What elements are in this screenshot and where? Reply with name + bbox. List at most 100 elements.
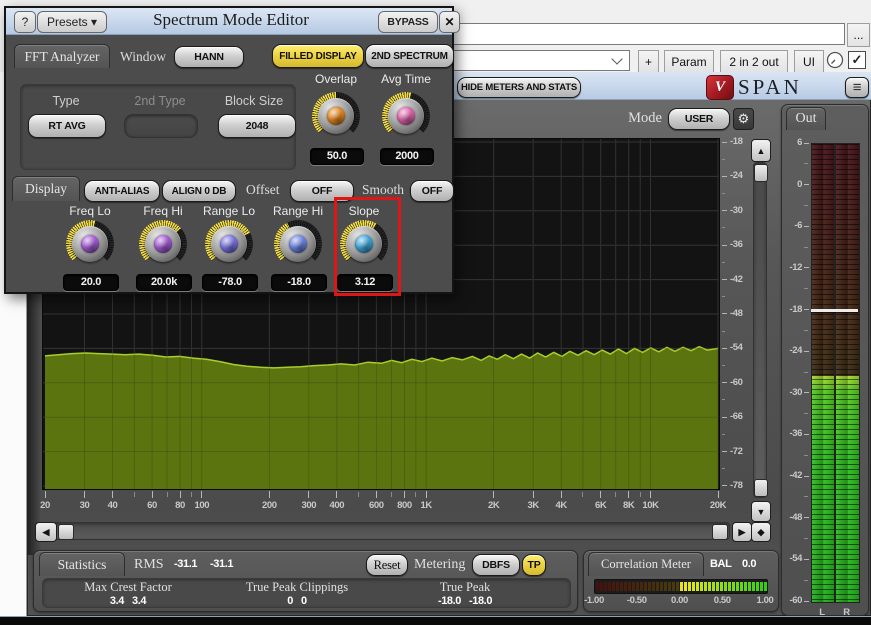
true-peak-toggle[interactable]: TP bbox=[522, 554, 546, 576]
freq-minor-tick bbox=[391, 492, 392, 497]
scroll-right-button[interactable]: ▶ bbox=[732, 522, 752, 542]
enable-checkbox[interactable]: ✓ bbox=[848, 51, 866, 69]
out-scale-tick bbox=[804, 330, 808, 331]
help-button[interactable]: ? bbox=[14, 11, 36, 33]
knob-value-slope[interactable]: 3.12 bbox=[337, 274, 393, 291]
out-scale-tick bbox=[804, 309, 809, 310]
mode-settings-button[interactable]: ⚙ bbox=[733, 108, 754, 130]
knob-color-dot bbox=[154, 235, 172, 253]
freq-tick-label: 3K bbox=[527, 500, 538, 511]
v-scroll-thumb-top[interactable] bbox=[754, 164, 768, 182]
freq-tick-label: 60 bbox=[147, 500, 157, 511]
io-config-button[interactable]: 2 in 2 out bbox=[720, 50, 788, 73]
knob-freq-hi[interactable] bbox=[139, 220, 187, 268]
correlation-segment bbox=[604, 582, 607, 591]
v-scroll-thumb-bottom[interactable] bbox=[754, 479, 768, 497]
presets-button[interactable]: Presets ▾ bbox=[37, 11, 107, 33]
knob-value-avg-time[interactable]: 2000 bbox=[380, 148, 434, 165]
freq-minor-tick bbox=[167, 492, 168, 497]
freq-tick bbox=[718, 491, 719, 498]
brand-title: SPAN bbox=[738, 75, 828, 99]
block-size-button[interactable]: 2048 bbox=[218, 114, 296, 138]
smooth-button[interactable]: OFF bbox=[410, 180, 454, 202]
correlation-segment bbox=[668, 582, 671, 591]
knob-color-dot bbox=[289, 235, 307, 253]
h-scroll-track[interactable] bbox=[34, 522, 730, 540]
db-tick bbox=[722, 313, 727, 314]
out-scale-label: -48 bbox=[782, 512, 802, 524]
correlation-segment bbox=[688, 582, 691, 591]
scroll-down-button[interactable]: ▼ bbox=[751, 501, 771, 522]
knob-range-hi[interactable] bbox=[274, 220, 322, 268]
correlation-segment bbox=[652, 582, 655, 591]
tab-out[interactable]: Out bbox=[786, 107, 826, 130]
knob-freq-lo[interactable] bbox=[66, 220, 114, 268]
anti-alias-toggle[interactable]: ANTI-ALIAS bbox=[84, 180, 160, 202]
offset-button[interactable]: OFF bbox=[290, 180, 354, 202]
scroll-up-button[interactable]: ▲ bbox=[751, 139, 771, 162]
knob-avg-time[interactable] bbox=[382, 92, 430, 140]
second-spectrum-toggle[interactable]: 2ND SPECTRUM bbox=[365, 44, 454, 68]
tab-fft-analyzer[interactable]: FFT Analyzer bbox=[14, 44, 110, 68]
correlation-scale: -1.00-0.500.000.501.00 bbox=[584, 595, 780, 609]
type-button[interactable]: RT AVG bbox=[28, 114, 106, 138]
tab-display[interactable]: Display bbox=[12, 176, 80, 201]
ui-button[interactable]: UI bbox=[794, 50, 824, 73]
correlation-segment bbox=[764, 582, 767, 591]
window-button[interactable]: HANN bbox=[174, 46, 244, 68]
tab-correlation-meter[interactable]: Correlation Meter bbox=[588, 552, 704, 576]
correlation-segment bbox=[692, 582, 695, 591]
metering-mode-button[interactable]: DBFS bbox=[472, 554, 520, 576]
freq-tick bbox=[84, 491, 85, 498]
param-button[interactable]: Param bbox=[664, 50, 714, 73]
db-tick bbox=[722, 159, 725, 160]
knob-overlap[interactable] bbox=[312, 92, 360, 140]
hide-meters-button[interactable]: HIDE METERS AND STATS bbox=[457, 77, 581, 98]
freq-minor-tick bbox=[191, 492, 192, 497]
freq-tick bbox=[561, 491, 562, 498]
screen: ... + Param 2 in 2 out UI ✓ HIDE METERS … bbox=[0, 0, 871, 625]
reset-button[interactable]: Reset bbox=[366, 554, 408, 576]
out-scale-label: -24 bbox=[782, 345, 802, 357]
add-button[interactable]: + bbox=[638, 50, 659, 73]
out-scale-label: -12 bbox=[782, 262, 802, 274]
menu-button[interactable]: ≡ bbox=[845, 77, 869, 98]
align-0db-toggle[interactable]: ALIGN 0 DB bbox=[162, 180, 236, 202]
knob-value-range-hi[interactable]: -18.0 bbox=[271, 274, 327, 291]
v-scroll-track[interactable] bbox=[753, 162, 767, 498]
knob-cap bbox=[211, 226, 247, 262]
correlation-scale-label: 0.50 bbox=[714, 595, 731, 606]
knob-value-freq-hi[interactable]: 20.0k bbox=[136, 274, 192, 291]
out-scale-tick bbox=[804, 205, 808, 206]
close-button[interactable]: ✕ bbox=[439, 11, 460, 33]
rms-value-right: -31.1 bbox=[210, 558, 233, 570]
knob-color-dot bbox=[327, 107, 345, 125]
tab-statistics[interactable]: Statistics bbox=[39, 552, 125, 576]
knob-range-lo[interactable] bbox=[205, 220, 253, 268]
browse-button[interactable]: ... bbox=[847, 23, 870, 47]
knob-value-freq-lo[interactable]: 20.0 bbox=[63, 274, 119, 291]
clock-icon[interactable] bbox=[826, 51, 844, 69]
filled-display-toggle[interactable]: FILLED DISPLAY bbox=[272, 44, 364, 68]
h-scroll-thumb-right[interactable] bbox=[712, 524, 728, 540]
knob-value-overlap[interactable]: 50.0 bbox=[310, 148, 364, 165]
bypass-button[interactable]: BYPASS bbox=[378, 11, 438, 33]
correlation-segment bbox=[708, 582, 711, 591]
correlation-segment bbox=[672, 582, 675, 591]
knob-slope[interactable] bbox=[340, 220, 388, 268]
scroll-left-button[interactable]: ◀ bbox=[35, 522, 57, 542]
correlation-segment bbox=[752, 582, 755, 591]
h-scroll-thumb-left[interactable] bbox=[58, 524, 74, 540]
stat-values: -18.0 -18.0 bbox=[385, 595, 545, 607]
freq-tick-label: 80 bbox=[175, 500, 185, 511]
stat-label: Max Crest Factor bbox=[48, 580, 208, 595]
freq-tick bbox=[336, 491, 337, 498]
mode-button[interactable]: USER bbox=[668, 108, 730, 130]
db-tick bbox=[722, 382, 727, 383]
correlation-segment bbox=[756, 582, 759, 591]
stat-values: 3.4 3.4 bbox=[48, 595, 208, 607]
knob-value-range-lo[interactable]: -78.0 bbox=[202, 274, 258, 291]
out-scale-tick bbox=[804, 496, 808, 497]
db-tick bbox=[722, 417, 727, 418]
scroll-corner-button[interactable]: ◆ bbox=[751, 522, 771, 542]
